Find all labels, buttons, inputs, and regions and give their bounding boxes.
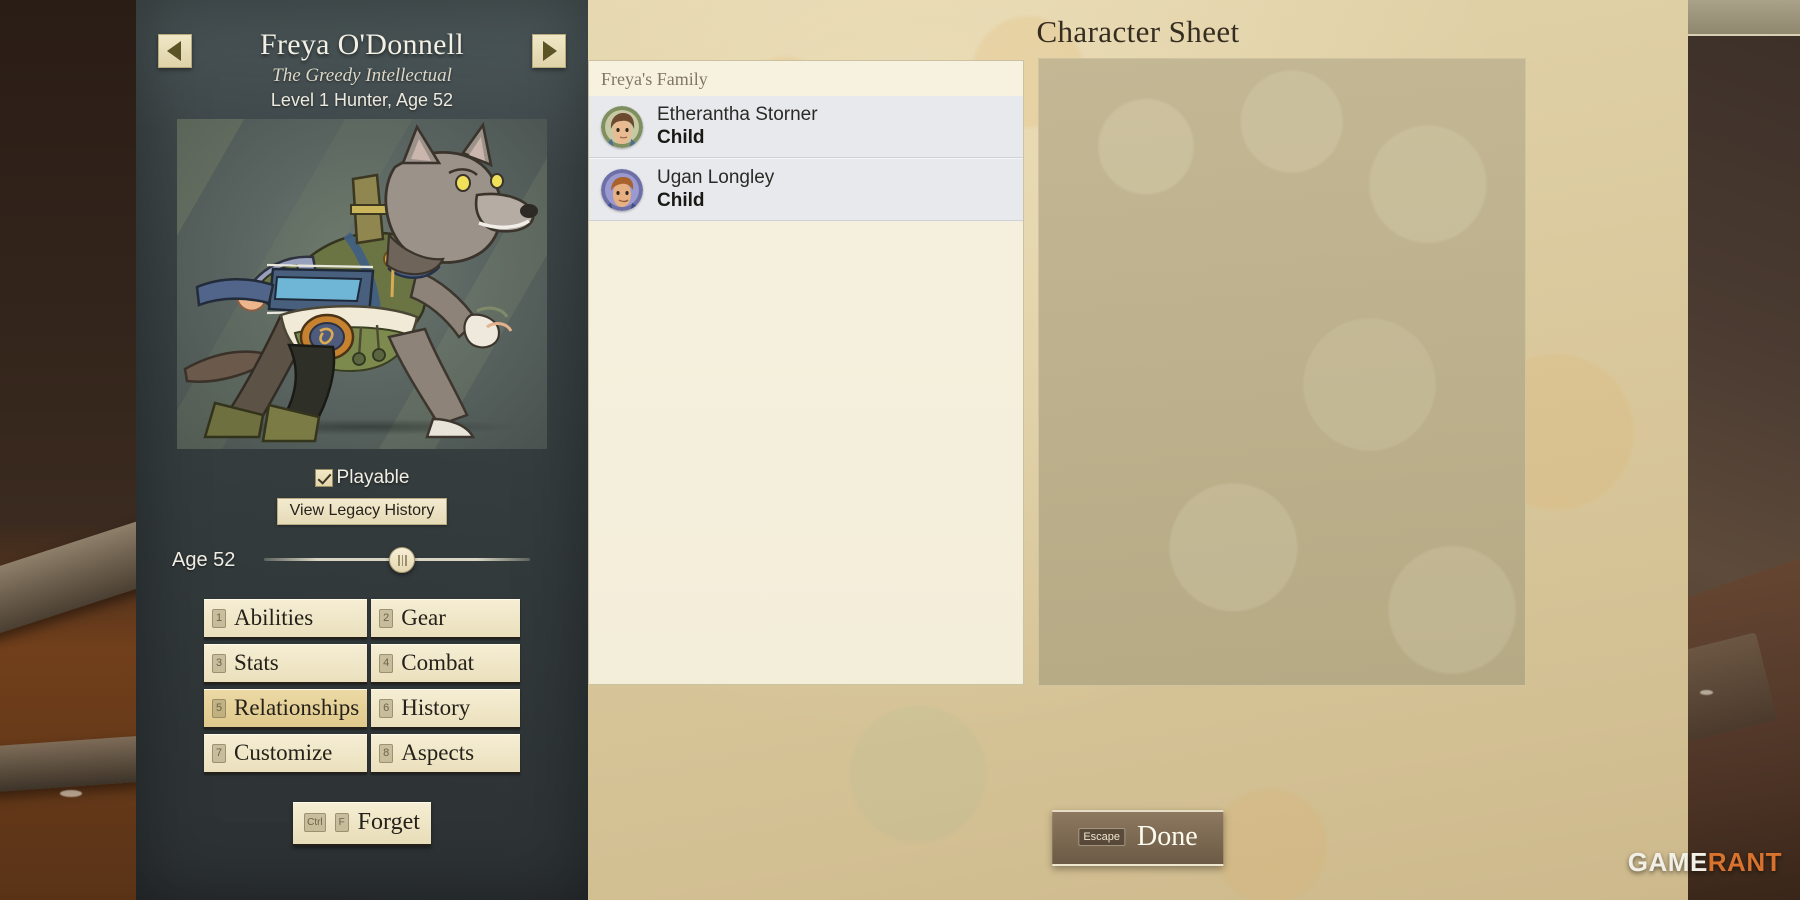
tab-relationships-label: Relationships <box>234 695 360 720</box>
keyhint-3: 3 <box>212 653 226 673</box>
character-title: The Greedy Intellectual <box>272 65 452 86</box>
wolf-hunter-portrait-icon <box>183 121 538 443</box>
character-sheet-panel: Character Sheet Freya's Family Etheranth… <box>588 0 1688 900</box>
tab-customize-label: Customize <box>234 740 333 765</box>
playable-checkbox[interactable] <box>314 469 333 487</box>
keyhint-f: F <box>334 813 349 832</box>
tab-aspects-label: Aspects <box>401 740 475 765</box>
keyhint-8: 8 <box>379 743 394 763</box>
watermark-part-rant: RANT <box>1707 847 1782 877</box>
relationship-detail-panel <box>1038 58 1526 686</box>
family-item-text: Etherantha Storner Child <box>657 104 818 149</box>
view-legacy-history-button[interactable]: View Legacy History <box>276 498 448 525</box>
family-list-header: Freya's Family <box>589 61 1023 96</box>
keyhint-ctrl: Ctrl <box>304 813 326 832</box>
gamerant-watermark: GAMERANT <box>1628 847 1782 878</box>
age-slider-label: Age 52 <box>172 548 236 571</box>
world-highlight <box>1700 690 1713 695</box>
age-slider-row: Age 52 <box>172 547 588 573</box>
family-member-name: Ugan Longley <box>657 167 775 188</box>
family-list-panel: Freya's Family Etherantha Storner Child … <box>588 60 1024 685</box>
done-button-label: Done <box>1137 821 1198 852</box>
tab-stats[interactable]: 3 Stats <box>204 644 368 684</box>
forget-button-label: Forget <box>357 809 420 835</box>
family-list-item-ugan[interactable]: Ugan Longley Child <box>589 158 1023 221</box>
family-member-relation: Child <box>657 127 705 148</box>
age-slider-knob[interactable] <box>389 547 416 573</box>
done-button[interactable]: Escape Done <box>1052 810 1224 866</box>
playable-label: Playable <box>336 467 410 488</box>
tab-aspects[interactable]: 8 Aspects <box>371 734 520 774</box>
tab-combat[interactable]: 4 Combat <box>371 644 520 684</box>
tab-customize[interactable]: 7 Customize <box>204 734 368 774</box>
keyhint-escape: Escape <box>1078 828 1126 846</box>
character-header: Freya O'Donnell The Greedy Intellectual … <box>136 0 588 111</box>
watermark-part-game: GAME <box>1627 847 1708 877</box>
tab-gear-label: Gear <box>401 605 446 630</box>
keyhint-5: 5 <box>212 698 226 718</box>
family-item-text: Ugan Longley Child <box>657 167 774 212</box>
page-title: Character Sheet <box>1036 14 1240 49</box>
tab-gear[interactable]: 2 Gear <box>371 599 520 639</box>
keyhint-4: 4 <box>379 653 394 673</box>
tab-relationships[interactable]: 5 Relationships <box>204 689 368 729</box>
tab-history[interactable]: 6 History <box>371 689 520 729</box>
family-list-item-etherantha[interactable]: Etherantha Storner Child <box>589 96 1023 158</box>
character-meta: Level 1 Hunter, Age 52 <box>270 90 454 110</box>
character-tabs: 1 Abilities 2 Gear 3 Stats 4 Combat 5 Re… <box>204 599 520 774</box>
avatar-etherantha <box>601 105 643 148</box>
character-panel: Freya O'Donnell The Greedy Intellectual … <box>136 0 588 900</box>
tab-history-label: History <box>401 695 471 720</box>
playable-row: Playable <box>136 467 588 489</box>
forget-button[interactable]: Ctrl F Forget <box>293 802 431 846</box>
world-highlight <box>60 790 82 797</box>
keyhint-2: 2 <box>379 608 394 628</box>
family-member-name: Etherantha Storner <box>657 104 818 125</box>
character-name: Freya O'Donnell <box>259 28 465 61</box>
tab-combat-label: Combat <box>401 650 475 675</box>
keyhint-7: 7 <box>212 743 226 763</box>
screen-root: ters Freya O'Donnell The Greedy Intellec… <box>0 0 1800 900</box>
tab-stats-label: Stats <box>234 650 279 675</box>
avatar-ugan <box>601 168 643 211</box>
keyhint-1: 1 <box>212 608 226 628</box>
age-slider[interactable] <box>264 547 530 573</box>
family-member-relation: Child <box>657 190 705 211</box>
character-portrait <box>177 119 547 449</box>
tab-abilities-label: Abilities <box>234 605 314 630</box>
keyhint-6: 6 <box>379 698 394 718</box>
tab-abilities[interactable]: 1 Abilities <box>204 599 368 639</box>
